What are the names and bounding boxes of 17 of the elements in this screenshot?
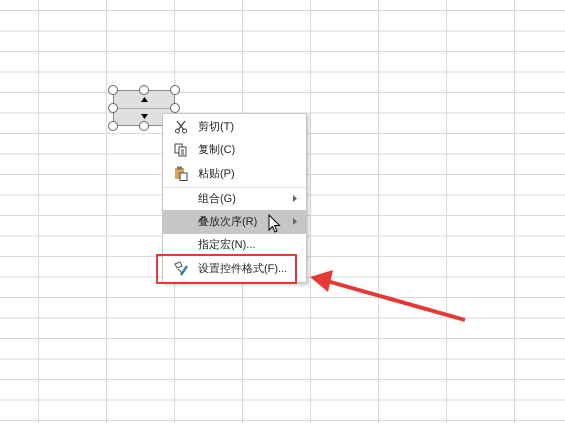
menu-item[interactable]: 剪切(T)	[163, 115, 306, 138]
menu-item[interactable]: 设置控件格式(F)...	[159, 257, 294, 280]
format-brush-icon	[172, 261, 188, 276]
menu-item[interactable]: 叠放次序(R)	[163, 210, 306, 234]
scissors-icon	[174, 120, 188, 134]
resize-handle[interactable]	[139, 85, 149, 95]
down-triangle-icon[interactable]	[140, 114, 148, 120]
clipboard-icon	[174, 166, 188, 182]
submenu-arrow-icon	[293, 218, 297, 226]
resize-handle[interactable]	[139, 121, 149, 131]
menu-item[interactable]: 指定宏(N)...	[163, 234, 306, 257]
submenu-arrow-icon	[293, 195, 297, 202]
up-triangle-icon[interactable]	[140, 96, 148, 102]
copy-icon	[174, 143, 188, 158]
pointer-icon	[268, 214, 281, 233]
menu-item[interactable]: 复制(C)	[163, 138, 306, 162]
menu-item[interactable]: 粘贴(P)	[163, 162, 306, 186]
